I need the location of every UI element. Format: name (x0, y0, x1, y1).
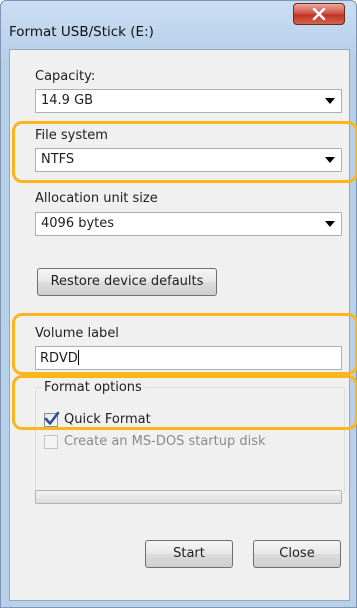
close-window-button[interactable] (293, 3, 345, 25)
msdos-disk-checkbox[interactable] (44, 435, 58, 449)
capacity-value: 14.9 GB (41, 93, 94, 108)
format-progress-bar (35, 490, 342, 504)
msdos-disk-label: Create an MS-DOS startup disk (64, 434, 266, 449)
restore-defaults-button[interactable]: Restore device defaults (37, 268, 217, 296)
volume-label-highlight (12, 313, 357, 375)
file-system-highlight (12, 121, 357, 183)
capacity-select[interactable]: 14.9 GB (35, 89, 342, 113)
start-button[interactable]: Start (145, 540, 233, 568)
allocation-select[interactable]: 4096 bytes (35, 212, 342, 236)
window-title: Format USB/Stick (E:) (9, 24, 154, 40)
allocation-value: 4096 bytes (41, 216, 115, 231)
format-dialog: Format USB/Stick (E:) Capacity: 14.9 GB … (0, 0, 357, 608)
close-icon (312, 8, 326, 20)
capacity-label: Capacity: (35, 69, 96, 84)
format-options-highlight (12, 375, 357, 430)
chevron-down-icon (325, 98, 335, 104)
chevron-down-icon (325, 221, 335, 227)
close-button[interactable]: Close (253, 540, 341, 568)
allocation-label: Allocation unit size (35, 191, 158, 206)
